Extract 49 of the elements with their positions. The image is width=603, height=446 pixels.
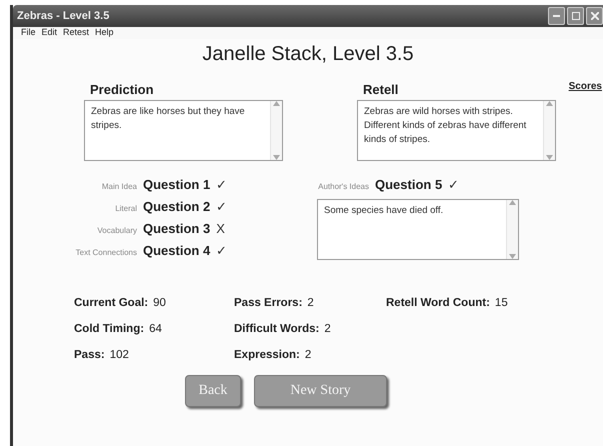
text-area[interactable]: Zebras are wild horses with stripes. Different kinds of zebras have different kinds of stripes. (357, 100, 556, 161)
scrollbar[interactable] (506, 200, 518, 259)
minimize-button[interactable] (548, 7, 565, 25)
result-mark: ✓ (216, 243, 228, 258)
stat-text: Expression: 2 (234, 349, 312, 361)
result-mark: X (216, 221, 225, 236)
question-label: Question 1 (143, 177, 210, 192)
up-arrow-icon[interactable] (509, 200, 516, 205)
section-label: Retell (362, 82, 400, 97)
up-arrow-icon[interactable] (273, 101, 280, 106)
close-button[interactable] (586, 7, 603, 25)
question-label: Question 5 (375, 177, 442, 192)
down-arrow-icon[interactable] (509, 254, 516, 259)
down-arrow-icon[interactable] (546, 155, 553, 160)
stat-text: Cold Timing: 64 (74, 323, 163, 335)
down-arrow-icon[interactable] (273, 155, 280, 160)
window-title: Zebras - Level 3.5 (17, 10, 110, 22)
page-heading: Janelle Stack, Level 3.5 (201, 43, 415, 66)
stat-text: Difficult Words: 2 (234, 323, 332, 335)
result-mark: ✓ (216, 199, 228, 214)
scores-link[interactable]: Scores (568, 81, 602, 92)
close-icon (590, 12, 598, 20)
stat-text: Current Goal: 90 (74, 297, 167, 309)
scrollbar[interactable] (270, 101, 282, 160)
menu-item[interactable]: Retest (63, 27, 90, 39)
answer-box[interactable]: Some species have died off. (317, 199, 519, 260)
maximize-button[interactable] (567, 7, 584, 25)
maximize-icon (572, 12, 580, 20)
result-mark: ✓ (448, 177, 460, 192)
menu-item[interactable]: Help (95, 27, 114, 39)
stat-text: Retell Word Count: 15 (386, 297, 509, 309)
scrollbar[interactable] (543, 101, 555, 160)
result-mark: ✓ (216, 177, 228, 192)
section-label: Prediction (89, 82, 155, 97)
stat-text: Pass: 102 (74, 349, 130, 361)
up-arrow-icon[interactable] (546, 101, 553, 106)
category-label: Author's Ideas (317, 182, 369, 191)
category-label: Vocabulary (96, 226, 137, 235)
question-label: Question 2 (143, 199, 210, 214)
question-label: Question 4 (143, 243, 210, 258)
category-label: Main Idea (100, 182, 137, 191)
text-area[interactable]: Zebras are like horses but they have stripes. (84, 100, 283, 161)
category-label: Literal (114, 204, 137, 213)
menu-item[interactable]: Edit (42, 27, 58, 39)
stat-text: Pass Errors: 2 (234, 297, 315, 309)
minimize-icon (553, 15, 560, 17)
question-label: Question 3 (143, 221, 210, 236)
category-label: Text Connections (74, 248, 137, 257)
menu-item[interactable]: File (21, 27, 36, 39)
